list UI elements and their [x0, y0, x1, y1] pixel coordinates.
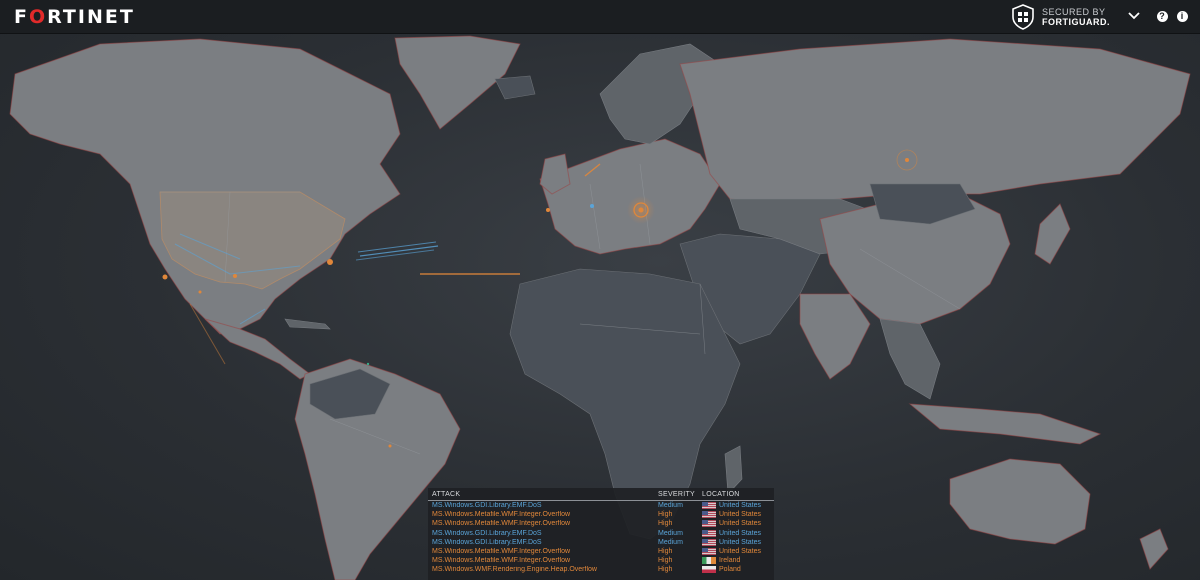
india [799, 293, 871, 380]
new-zealand [1139, 528, 1169, 570]
attack-severity: Medium [658, 529, 683, 537]
info-button[interactable]: i [1174, 8, 1190, 24]
attack-severity: High [658, 566, 673, 574]
us-flag-icon [702, 520, 716, 528]
fortiguard-shield-icon [1012, 4, 1034, 30]
us-flag-icon [702, 538, 716, 546]
attack-location: United States [719, 538, 762, 546]
menu-dropdown-button[interactable] [1126, 8, 1142, 24]
fortinet-logo[interactable]: FORTINET [14, 6, 135, 28]
attack-name: MS.Windows.GDI.Library.EMF.DoS [432, 538, 542, 546]
iceland [494, 75, 536, 100]
table-row[interactable]: MS.Windows.Metafile.WMF.Integer.Overflow… [428, 556, 774, 565]
europe [539, 138, 721, 255]
attack-name: MS.Windows.Metafile.WMF.Integer.Overflow [432, 548, 571, 556]
help-button[interactable]: ? [1154, 8, 1170, 24]
secured-by-label: SECURED BY [1042, 7, 1106, 17]
attack-severity: High [658, 520, 673, 528]
attack-severity: High [658, 557, 673, 565]
attack-severity: High [658, 548, 673, 556]
column-severity: SEVERITY [658, 490, 696, 498]
fortiguard-label: FORTIGUARD. [1042, 17, 1110, 27]
attack-name: MS.Windows.GDI.Library.EMF.DoS [432, 502, 542, 510]
central-america [204, 318, 311, 380]
southeast-asia [879, 318, 941, 400]
australia [949, 458, 1091, 545]
us-flag-icon [702, 502, 716, 510]
attack-location: United States [719, 529, 762, 537]
column-attack: ATTACK [432, 490, 461, 498]
poland-flag-icon [702, 566, 716, 574]
table-row[interactable]: MS.Windows.GDI.Library.EMF.DoS Medium Un… [428, 529, 774, 538]
attack-severity: High [658, 511, 673, 519]
table-header: ATTACK SEVERITY LOCATION [428, 488, 774, 501]
attack-location: United States [719, 502, 762, 510]
help-icon: ? [1156, 10, 1168, 22]
attack-name: MS.Windows.GDI.Library.EMF.DoS [432, 529, 542, 537]
table-row[interactable]: MS.Windows.Metafile.WMF.Integer.Overflow… [428, 510, 774, 519]
threat-map-app: FORTINET SECURED BY FORTIGUARD. ? i ATTA… [0, 0, 1200, 580]
table-row[interactable]: MS.Windows.GDI.Library.EMF.DoS Medium Un… [428, 538, 774, 547]
madagascar [724, 445, 743, 495]
attack-location: United States [719, 548, 762, 556]
info-icon: i [1176, 10, 1188, 22]
attack-location: United States [719, 520, 762, 528]
attack-name: MS.Windows.Metafile.WMF.Integer.Overflow [432, 511, 571, 519]
attack-location: Ireland [719, 557, 741, 565]
japan [1034, 203, 1071, 265]
top-bar: FORTINET SECURED BY FORTIGUARD. ? i [0, 0, 1200, 34]
table-row[interactable]: MS.Windows.Metafile.WMF.Integer.Overflow… [428, 547, 774, 556]
table-row[interactable]: MS.Windows.GDI.Library.EMF.DoS Medium Un… [428, 501, 774, 510]
north-america [9, 38, 401, 335]
attack-name: MS.Windows.WMF.Rendering.Engine.Heap.Ove… [432, 566, 597, 574]
attack-severity: Medium [658, 502, 683, 510]
attack-name: MS.Windows.Metafile.WMF.Integer.Overflow [432, 557, 571, 565]
russia [679, 38, 1191, 205]
chevron-down-icon [1128, 12, 1140, 20]
secured-by-fortiguard[interactable]: SECURED BY FORTIGUARD. [1012, 3, 1110, 31]
table-row[interactable]: MS.Windows.Metafile.WMF.Integer.Overflow… [428, 519, 774, 528]
attack-target-poland [627, 196, 655, 224]
attack-name: MS.Windows.Metafile.WMF.Integer.Overflow [432, 520, 571, 528]
column-location: LOCATION [702, 490, 740, 498]
table-row[interactable]: MS.Windows.WMF.Rendering.Engine.Heap.Ove… [428, 565, 774, 574]
indonesia [908, 403, 1102, 445]
attack-location: Poland [719, 566, 741, 574]
brand-name: FORTINET [14, 6, 135, 28]
attack-severity: Medium [658, 538, 683, 546]
attack-location: United States [719, 511, 762, 519]
us-flag-icon [702, 529, 716, 537]
caribbean [284, 318, 331, 330]
ireland-flag-icon [702, 557, 716, 565]
us-flag-icon [702, 511, 716, 519]
attack-feed-table: ATTACK SEVERITY LOCATION MS.Windows.GDI.… [428, 488, 774, 580]
us-flag-icon [702, 548, 716, 556]
